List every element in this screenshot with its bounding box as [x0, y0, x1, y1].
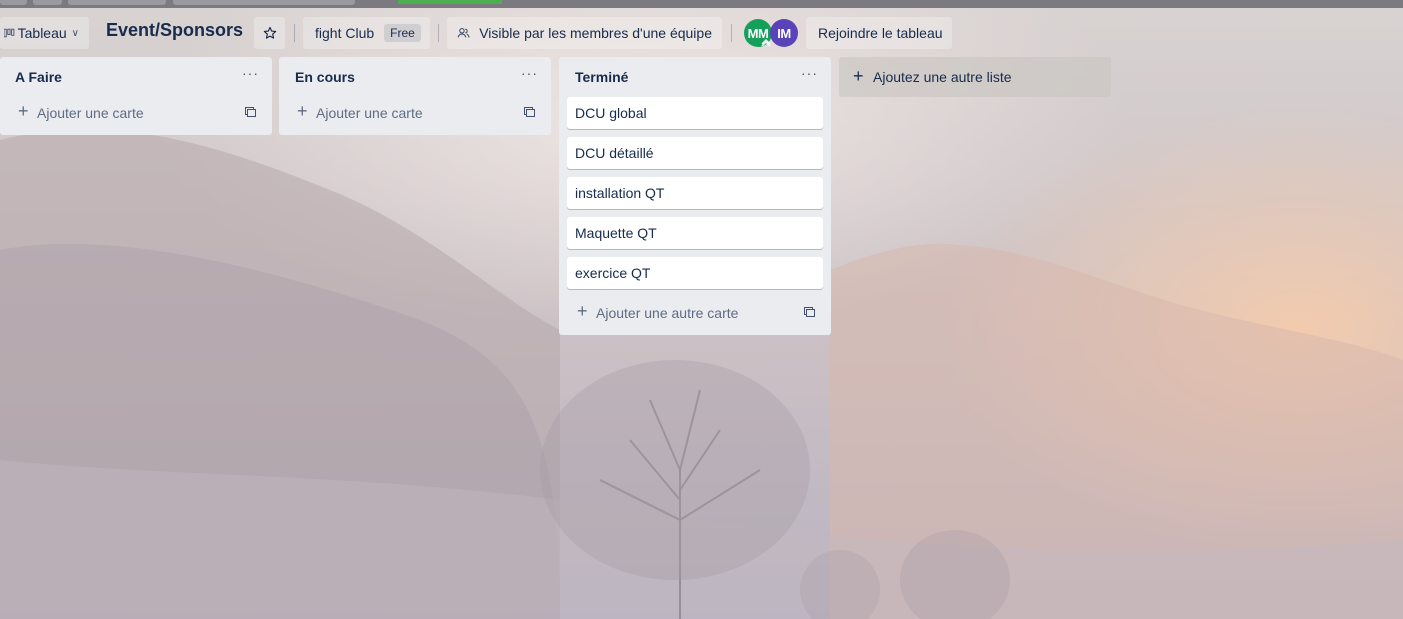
star-icon — [263, 26, 276, 39]
card[interactable]: DCU détaillé — [567, 137, 823, 169]
more-icon[interactable]: ··· — [801, 65, 818, 81]
card[interactable]: DCU global — [567, 97, 823, 129]
strip-tab — [0, 0, 27, 5]
list-termine: Terminé ··· DCU global DCU détaillé inst… — [559, 57, 831, 335]
card-template-icon[interactable] — [524, 107, 535, 117]
strip-tab — [33, 0, 62, 5]
plus-icon: + — [577, 301, 588, 321]
plus-icon: + — [853, 66, 864, 86]
board-title[interactable]: Event/Sponsors — [106, 20, 243, 41]
admin-chevron-icon — [761, 39, 771, 46]
list-title[interactable]: Terminé — [575, 69, 628, 85]
view-switcher-button[interactable]: Tableau ∨ — [0, 17, 89, 49]
add-card-button[interactable]: + Ajouter une carte — [279, 97, 551, 129]
strip-tab — [173, 0, 355, 5]
card[interactable]: installation QT — [567, 177, 823, 209]
card[interactable]: exercice QT — [567, 257, 823, 289]
list-title[interactable]: En cours — [295, 69, 355, 85]
more-icon[interactable]: ··· — [242, 65, 259, 81]
add-card-label: Ajouter une carte — [37, 105, 144, 121]
card-template-icon[interactable] — [804, 307, 815, 317]
plus-icon: + — [297, 101, 308, 121]
list-header: A Faire ··· — [0, 57, 272, 97]
list-header: Terminé ··· — [559, 57, 831, 97]
board-icon — [4, 28, 15, 38]
list-a-faire: A Faire ··· + Ajouter une carte — [0, 57, 272, 135]
add-card-button[interactable]: + Ajouter une autre carte — [559, 297, 831, 329]
strip-indicator — [398, 0, 502, 4]
list-en-cours: En cours ··· + Ajouter une carte — [279, 57, 551, 135]
card-template-icon[interactable] — [245, 107, 256, 117]
add-list-button[interactable]: + Ajoutez une autre liste — [839, 57, 1111, 97]
add-card-label: Ajouter une autre carte — [596, 305, 739, 321]
visibility-button[interactable]: Visible par les membres d'une équipe — [447, 17, 722, 49]
more-icon[interactable]: ··· — [521, 65, 538, 81]
browser-top-strip — [0, 0, 1403, 8]
list-title[interactable]: A Faire — [15, 69, 62, 85]
workspace-name: fight Club — [315, 25, 375, 41]
chevron-down-icon: ∨ — [71, 27, 79, 39]
team-visibility-icon — [457, 28, 470, 38]
join-board-button[interactable]: Rejoindre le tableau — [806, 17, 952, 49]
workspace-button[interactable]: fight Club Free — [303, 17, 430, 49]
plan-badge: Free — [384, 24, 421, 42]
visibility-label: Visible par les membres d'une équipe — [479, 25, 712, 41]
divider — [294, 24, 295, 42]
list-header: En cours ··· — [279, 57, 551, 97]
divider — [438, 24, 439, 42]
avatar[interactable]: IM — [770, 19, 798, 47]
add-list-label: Ajoutez une autre liste — [873, 69, 1012, 85]
strip-tab — [68, 0, 166, 5]
add-card-button[interactable]: + Ajouter une carte — [0, 97, 272, 129]
divider — [731, 24, 732, 42]
card[interactable]: Maquette QT — [567, 217, 823, 249]
star-button[interactable] — [254, 17, 285, 49]
add-card-label: Ajouter une carte — [316, 105, 423, 121]
board-header: Tableau ∨ Event/Sponsors fight Club Free… — [0, 17, 1403, 49]
view-label: Tableau — [17, 25, 67, 41]
plus-icon: + — [18, 101, 29, 121]
